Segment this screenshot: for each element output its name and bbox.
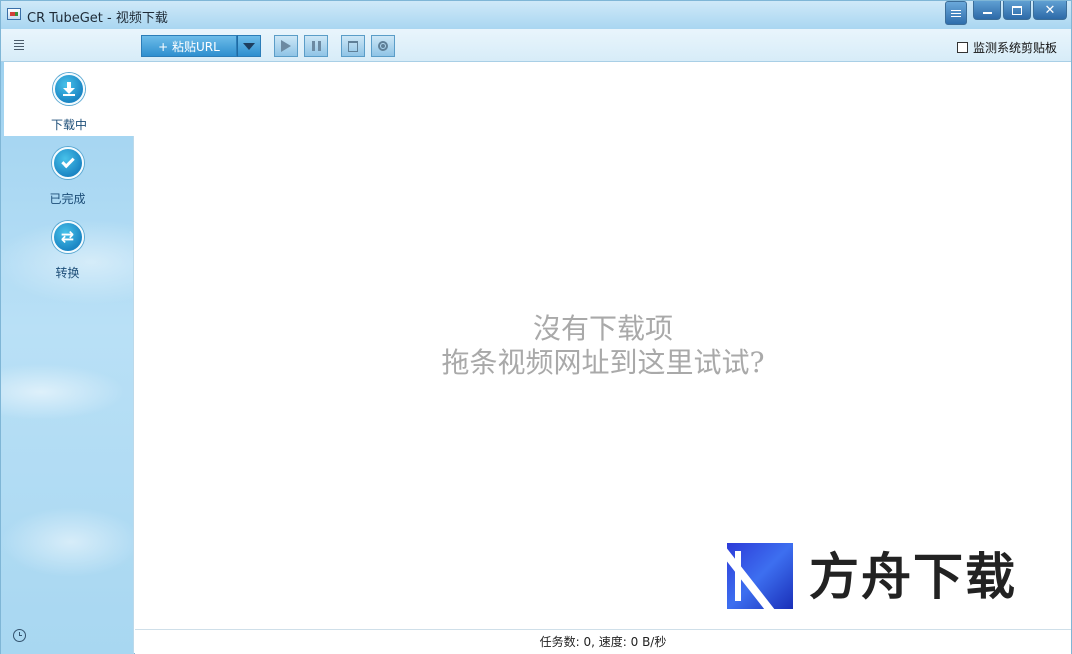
list-view-icon[interactable]: [14, 40, 24, 52]
clock-icon[interactable]: [13, 629, 26, 642]
sidebar: 下载中 已完成 ⇄ 转换: [1, 62, 134, 654]
monitor-clipboard-label: 监测系统剪贴板: [972, 41, 1057, 55]
sidebar-item-label: 转换: [55, 266, 80, 280]
close-icon: ✕: [1044, 2, 1056, 18]
minimize-icon: [982, 11, 992, 14]
sidebar-item-label: 已完成: [49, 192, 86, 206]
title-bar[interactable]: CR TubeGet - 视频下载 ✕: [1, 1, 1071, 29]
watermark-text: 方舟下载: [809, 548, 1017, 606]
start-button[interactable]: [274, 35, 298, 57]
chevron-down-icon: [243, 42, 255, 50]
monitor-clipboard-toggle[interactable]: 监测系统剪贴板: [956, 39, 1057, 56]
delete-button[interactable]: [341, 35, 365, 57]
convert-icon: ⇄: [51, 221, 84, 253]
sidebar-item-completed[interactable]: 已完成: [1, 136, 134, 210]
play-icon: [281, 40, 291, 52]
trash-icon: [348, 40, 358, 52]
check-icon: [51, 147, 84, 179]
pause-button[interactable]: [304, 35, 328, 57]
sidebar-item-convert[interactable]: ⇄ 转换: [1, 210, 134, 284]
app-logo-icon: [7, 8, 21, 20]
empty-state-message: 沒有下载项 拖条视频网址到这里试试?: [135, 312, 1071, 380]
maximize-button[interactable]: [1003, 1, 1031, 20]
watermark: 方舟下载: [727, 543, 1047, 613]
maximize-icon: [1012, 5, 1022, 15]
minimize-button[interactable]: [973, 1, 1001, 20]
window-controls: ✕: [945, 1, 1067, 25]
app-window: CR TubeGet - 视频下载 ✕ + 粘贴URL 监测系统剪贴板 下载中 …: [0, 0, 1072, 654]
sidebar-item-label: 下载中: [50, 118, 87, 132]
status-bar: 任务数: 0, 速度: 0 B/秒: [135, 629, 1071, 654]
toolbar: + 粘贴URL 监测系统剪贴板: [1, 29, 1071, 62]
watermark-logo-icon: [727, 543, 793, 609]
gear-icon: [378, 41, 388, 51]
status-text: 任务数: 0, 速度: 0 B/秒: [539, 635, 667, 649]
download-icon: [53, 73, 85, 105]
sidebar-item-downloading[interactable]: 下载中: [4, 62, 134, 136]
hamburger-icon: [951, 9, 961, 17]
pause-icon: [311, 41, 321, 51]
empty-state-title: 沒有下载项: [532, 312, 673, 345]
empty-state-hint: 拖条视频网址到这里试试?: [441, 346, 765, 379]
close-button[interactable]: ✕: [1033, 1, 1067, 20]
settings-button[interactable]: [371, 35, 395, 57]
window-title: CR TubeGet - 视频下载: [27, 11, 168, 26]
monitor-clipboard-checkbox[interactable]: [956, 42, 968, 53]
paste-url-dropdown[interactable]: [237, 35, 261, 57]
menu-button[interactable]: [945, 1, 967, 25]
paste-url-button[interactable]: + 粘贴URL: [141, 35, 237, 57]
